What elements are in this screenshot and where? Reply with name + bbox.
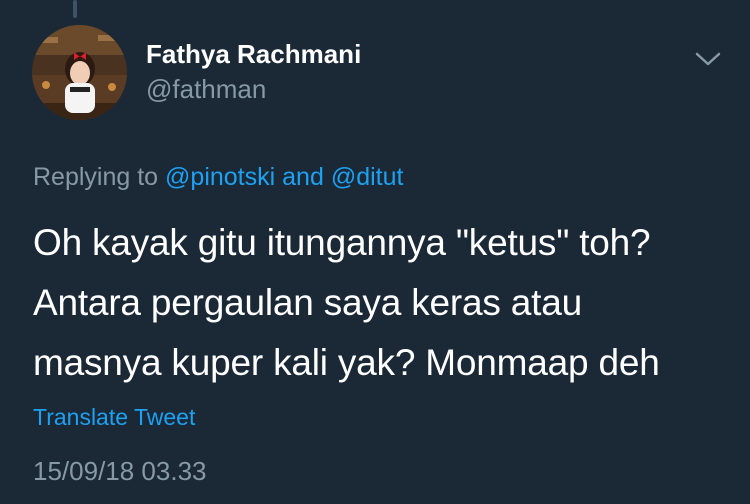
thread-connector-line: [73, 0, 77, 18]
avatar-image: [32, 25, 127, 120]
avatar[interactable]: [32, 25, 127, 120]
mention-link-ditut[interactable]: @ditut: [331, 163, 404, 191]
replying-conjunction[interactable]: and: [282, 163, 324, 191]
translate-tweet-link[interactable]: Translate Tweet: [33, 404, 195, 431]
replying-prefix: Replying to: [33, 163, 159, 191]
tweet-text-line: Oh kayak gitu itungannya "ketus" toh?: [33, 222, 651, 263]
tweet-text-line: Antara pergaulan saya keras atau: [33, 282, 582, 323]
tweet-timestamp: 15/09/18 03.33: [33, 456, 207, 486]
mention-link-pinotski[interactable]: @pinotski: [165, 163, 275, 191]
author-handle[interactable]: @fathman: [146, 74, 266, 105]
author-display-name[interactable]: Fathya Rachmani: [146, 39, 361, 70]
replying-to-line: Replying to @pinotski and @ditut: [33, 163, 403, 192]
tweet-text-line: masnya kuper kali yak? Monmaap deh: [33, 342, 660, 383]
chevron-down-icon[interactable]: [694, 48, 722, 70]
tweet-body: Oh kayak gitu itungannya "ketus" toh? An…: [33, 213, 733, 393]
